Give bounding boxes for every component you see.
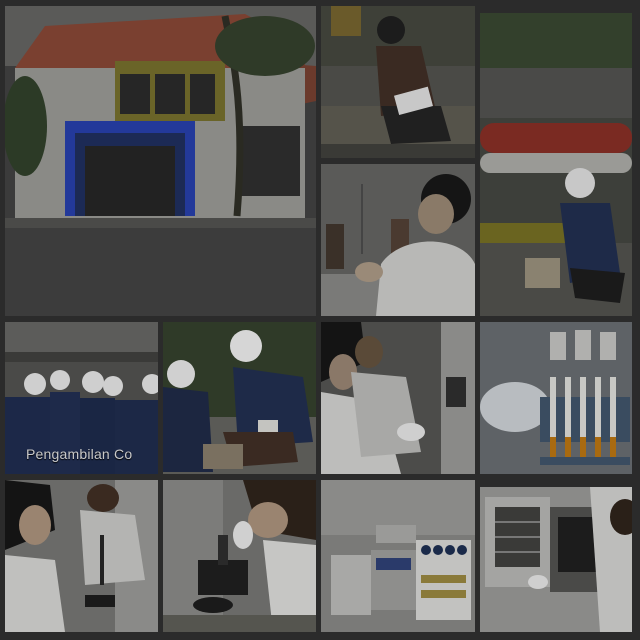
photo-reagent-kit: [321, 480, 475, 632]
photo-field-sampling-worker: [321, 6, 475, 158]
photo-collage: Pengambilan Co: [0, 0, 640, 640]
photo-lab-oven-incubator: [480, 487, 632, 632]
photo-building-exterior: [5, 6, 316, 316]
photo-lab-analyst-bottles: [321, 164, 475, 316]
photo-test-tubes-rack: [480, 322, 632, 474]
photo-lab-analyst-pipetting: [5, 480, 158, 632]
photo-field-testing-kit: [163, 322, 316, 474]
photo-lab-analysts-at-instrument: [321, 322, 475, 474]
photo-microscope-analyst: [163, 480, 316, 632]
photo-pipeline-sampling-worker: [480, 13, 632, 316]
photo-caption: Pengambilan Co: [26, 446, 133, 462]
